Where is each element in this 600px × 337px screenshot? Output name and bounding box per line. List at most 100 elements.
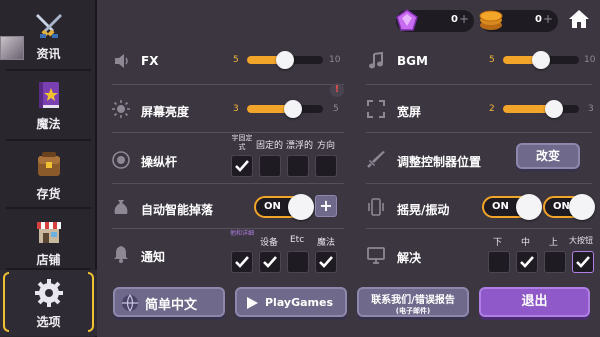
brightness-info-icon[interactable]: ! <box>330 83 344 97</box>
shake-toggle-label: ON <box>492 201 509 212</box>
bgm-max: 10 <box>584 55 596 65</box>
notify-col-device: 设备 <box>260 238 279 248</box>
language-button-label: 简单中文 <box>145 298 198 313</box>
globe-icon <box>122 294 138 312</box>
autoloot-toggle[interactable]: ON <box>254 194 314 220</box>
widescreen-slider[interactable] <box>503 100 579 118</box>
vibrate-toggle-label: ON <box>553 201 570 212</box>
checkmark-icon <box>576 256 590 268</box>
sword-icon <box>367 151 385 168</box>
play-icon <box>247 297 258 309</box>
contact-button-label: 联系我们/错误报告 <box>371 295 455 306</box>
sidebar-divider <box>6 139 91 141</box>
shop-icon <box>37 222 61 243</box>
quit-button[interactable]: 退出 <box>479 287 590 317</box>
coin-icon <box>479 10 503 30</box>
checkmark-icon <box>235 160 249 172</box>
widescreen-label: 宽屏 <box>397 105 422 119</box>
coins-add-button[interactable]: + <box>543 12 553 26</box>
coins-counter[interactable]: 0 + <box>479 10 558 32</box>
joystick-checkbox-direction[interactable] <box>315 155 337 177</box>
sidebar: 资讯 魔法 存货 店铺 选项 <box>0 0 97 337</box>
sidebar-item-options[interactable]: 选项 <box>0 270 97 336</box>
shake-toggle-knob <box>516 194 542 220</box>
bgm-label: BGM <box>397 54 428 68</box>
vibration-label: 摇晃/振动 <box>397 203 450 217</box>
checkmark-icon <box>319 256 333 268</box>
resolution-checkbox-big-buttons[interactable] <box>572 251 594 273</box>
notify-checkbox-magic[interactable] <box>315 251 337 273</box>
fx-slider-knob[interactable] <box>276 51 294 69</box>
sidebar-item-news[interactable]: 资讯 <box>0 2 97 68</box>
bgm-min: 5 <box>489 55 495 65</box>
widescreen-min: 2 <box>489 104 495 114</box>
widescreen-max: 3 <box>588 104 594 114</box>
fx-label: FX <box>141 54 159 68</box>
bgm-slider[interactable] <box>503 51 579 69</box>
vibrate-toggle[interactable]: ON <box>543 194 595 220</box>
gem-icon <box>396 9 418 31</box>
vibrate-toggle-knob <box>569 194 595 220</box>
brightness-max: 5 <box>333 104 339 114</box>
sidebar-item-label: 魔法 <box>36 117 61 131</box>
contact-button-sublabel: (电子邮件) <box>395 307 431 315</box>
sidebar-item-inventory[interactable]: 存货 <box>0 142 97 208</box>
bell-icon <box>114 246 128 263</box>
loot-bag-icon <box>114 200 128 214</box>
sidebar-item-shop[interactable]: 店铺 <box>0 208 97 274</box>
autoloot-add-button[interactable]: + <box>315 195 337 217</box>
sidebar-divider <box>6 69 91 71</box>
fx-slider[interactable] <box>247 51 323 69</box>
sidebar-item-label: 店铺 <box>36 253 61 267</box>
joystick-col-direction: 方向 <box>317 141 336 151</box>
resolution-checkbox-low[interactable] <box>488 251 510 273</box>
gear-icon <box>35 279 63 307</box>
sidebar-item-label: 资讯 <box>36 47 61 61</box>
expand-icon <box>367 100 385 118</box>
bgm-slider-knob[interactable] <box>532 51 550 69</box>
row-divider <box>112 132 344 133</box>
widescreen-slider-knob[interactable] <box>544 100 563 118</box>
sidebar-item-magic[interactable]: 魔法 <box>0 72 97 138</box>
brightness-label: 屏幕亮度 <box>141 105 190 119</box>
joystick-col-fixed: 固定的 <box>256 141 284 151</box>
home-icon[interactable] <box>567 8 591 30</box>
notify-col-magic: 魔法 <box>317 238 336 248</box>
contact-button[interactable]: 联系我们/错误报告 (电子邮件) <box>357 287 469 317</box>
vibration-icon <box>368 198 384 216</box>
checkmark-icon <box>520 256 534 268</box>
row-divider <box>112 228 344 229</box>
row-divider <box>366 84 592 85</box>
joystick-checkbox-floating[interactable] <box>287 155 309 177</box>
resolution-col-mid: 中 <box>521 238 531 248</box>
notify-col-details: 他和详细 <box>230 230 255 237</box>
autoloot-toggle-knob <box>288 194 314 220</box>
notify-checkbox-device[interactable] <box>259 251 281 273</box>
gems-add-button[interactable]: + <box>459 12 469 26</box>
sidebar-item-label: 存货 <box>36 187 61 201</box>
autoloot-label: 自动智能掉落 <box>141 203 214 217</box>
checkmark-icon <box>235 256 249 268</box>
resolution-col-big-buttons: 大按钮 <box>569 236 593 245</box>
shake-toggle[interactable]: ON <box>482 194 542 220</box>
resolution-checkbox-high[interactable] <box>544 251 566 273</box>
notify-label: 通知 <box>141 250 166 264</box>
language-button[interactable]: 简单中文 <box>113 287 225 317</box>
playgames-button[interactable]: PlayGames <box>235 287 347 317</box>
brightness-slider-knob[interactable] <box>283 100 302 118</box>
coins-value: 0 <box>535 14 542 25</box>
notify-checkbox-etc[interactable] <box>287 251 309 273</box>
row-divider <box>112 84 344 85</box>
resolution-checkbox-mid[interactable] <box>516 251 538 273</box>
brightness-min: 3 <box>233 104 239 114</box>
selection-bracket-left <box>3 272 9 332</box>
notify-checkbox-details[interactable] <box>231 251 253 273</box>
row-divider <box>366 228 592 229</box>
change-controller-button[interactable]: 改变 <box>516 143 580 169</box>
gems-counter[interactable]: 0 + <box>396 9 474 32</box>
brightness-slider[interactable] <box>247 100 323 118</box>
controller-label: 调整控制器位置 <box>397 155 482 169</box>
joystick-checkbox-fixed[interactable] <box>259 155 281 177</box>
joystick-checkbox-fixed-static[interactable] <box>231 155 253 177</box>
playgames-button-label: PlayGames <box>265 296 334 309</box>
